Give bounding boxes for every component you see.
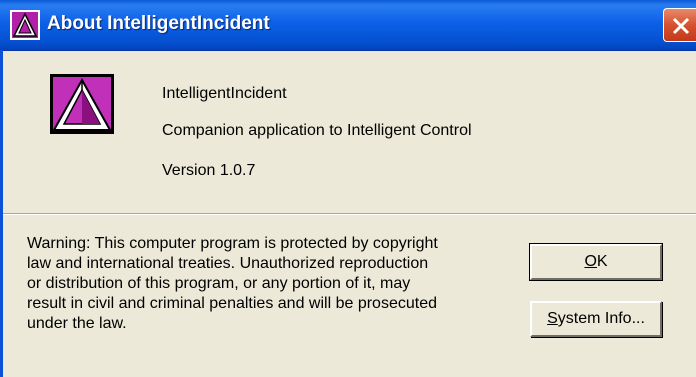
close-x-icon <box>672 17 690 35</box>
title-bar[interactable]: About IntelligentIncident <box>0 0 696 51</box>
app-logo-small-icon <box>10 10 40 40</box>
window-title: About IntelligentIncident <box>47 13 270 34</box>
ok-label-rest: K <box>596 253 608 270</box>
version-label: Version 1.0.7 <box>162 162 256 179</box>
ok-accelerator: O <box>584 253 597 270</box>
system-info-button[interactable]: System Info... <box>530 301 662 337</box>
separator <box>3 213 696 215</box>
app-name-label: IntelligentIncident <box>162 85 287 102</box>
ok-button[interactable]: OK <box>529 243 663 281</box>
system-info-accelerator: S <box>547 310 558 327</box>
app-logo-icon <box>50 74 114 134</box>
app-description-label: Companion application to Intelligent Con… <box>162 122 472 139</box>
warning-line: or distribution of this program, or any … <box>27 275 411 292</box>
close-button[interactable] <box>663 8 696 42</box>
warning-line: Warning: This computer program is protec… <box>27 235 438 252</box>
warning-line: law and international treaties. Unauthor… <box>27 255 429 272</box>
about-dialog: About IntelligentIncident IntelligentInc… <box>0 0 696 377</box>
warning-line: under the law. <box>27 315 127 332</box>
system-info-label-rest: ystem Info... <box>557 310 645 327</box>
warning-line: result in civil and criminal penalties a… <box>27 295 437 312</box>
copyright-warning: Warning: This computer program is protec… <box>27 234 507 334</box>
